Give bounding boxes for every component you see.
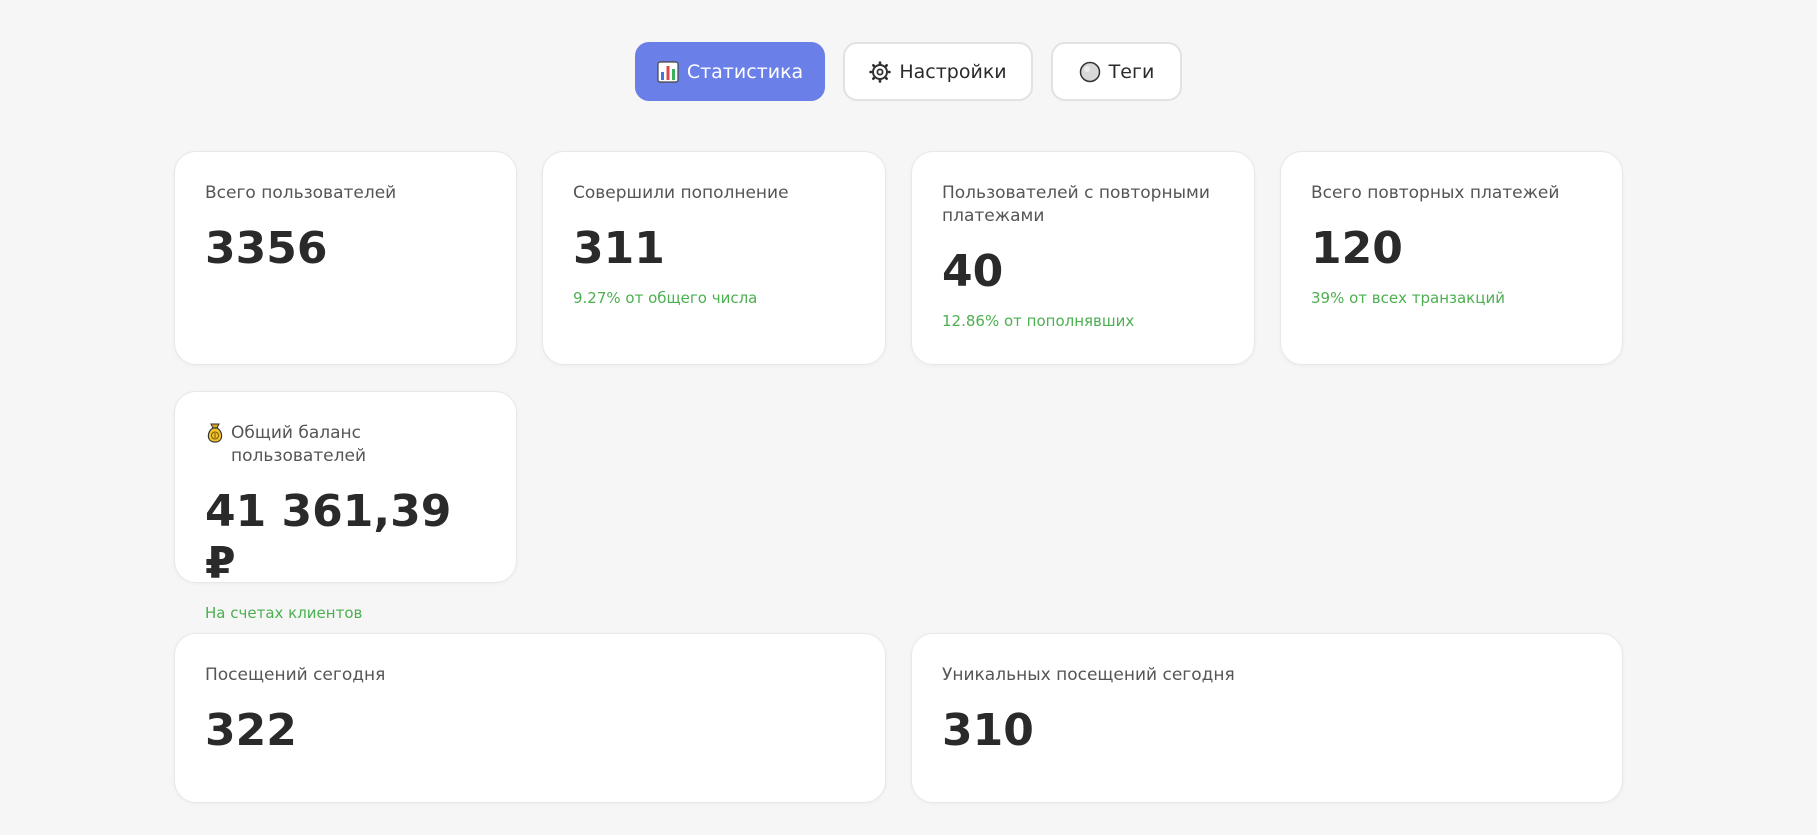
card-label: Посещений сегодня bbox=[205, 665, 386, 685]
card-value: 41 361,39 ₽ bbox=[205, 486, 452, 589]
card-subtext: 12.86% от пополнявших bbox=[942, 312, 1135, 330]
tab-label: Настройки bbox=[899, 60, 1007, 83]
card-value: 3356 bbox=[205, 223, 328, 274]
card-label: Пользователей с повторными платежами bbox=[942, 183, 1210, 226]
card-value: 311 bbox=[573, 223, 665, 274]
circle-icon bbox=[1079, 61, 1101, 83]
stat-card-repeat-users: Пользователей с повторными платежами 40 … bbox=[911, 151, 1255, 365]
card-value: 322 bbox=[205, 705, 297, 756]
tab-tags[interactable]: Теги bbox=[1051, 42, 1182, 101]
tab-label: Теги bbox=[1108, 60, 1155, 83]
bar-chart-icon bbox=[657, 60, 679, 83]
card-value: 40 bbox=[942, 246, 1004, 297]
stat-card-repeat-payments: Всего повторных платежей 120 39% от всех… bbox=[1280, 151, 1623, 365]
card-label: Уникальных посещений сегодня bbox=[942, 665, 1235, 685]
card-label-row: Общий баланс пользователей bbox=[205, 422, 486, 468]
stat-card-visits-today: Посещений сегодня 322 bbox=[174, 633, 886, 803]
card-label: Всего пользователей bbox=[205, 183, 397, 203]
stat-card-total-users: Всего пользователей 3356 bbox=[174, 151, 517, 365]
stat-card-unique-visits-today: Уникальных посещений сегодня 310 bbox=[911, 633, 1623, 803]
tab-bar: Статистика Настройки Теги bbox=[0, 42, 1817, 101]
card-label: Общий баланс пользователей bbox=[231, 423, 367, 466]
stat-card-deposited: Совершили пополнение 311 9.27% от общего… bbox=[542, 151, 886, 365]
tab-statistics[interactable]: Статистика bbox=[635, 42, 825, 101]
card-subtext: 39% от всех транзакций bbox=[1311, 289, 1505, 307]
card-label: Всего повторных платежей bbox=[1311, 183, 1560, 203]
gear-icon bbox=[869, 60, 892, 83]
card-label: Совершили пополнение bbox=[573, 183, 789, 203]
tab-label: Статистика bbox=[686, 60, 804, 83]
card-subtext: На счетах клиентов bbox=[205, 604, 363, 622]
card-value: 310 bbox=[942, 705, 1034, 756]
stat-card-balance: Общий баланс пользователей 41 361,39 ₽ Н… bbox=[174, 391, 517, 622]
card-value: 120 bbox=[1311, 223, 1403, 274]
money-bag-icon bbox=[205, 422, 225, 444]
tab-settings[interactable]: Настройки bbox=[843, 42, 1033, 101]
card-subtext: 9.27% от общего числа bbox=[573, 289, 758, 307]
